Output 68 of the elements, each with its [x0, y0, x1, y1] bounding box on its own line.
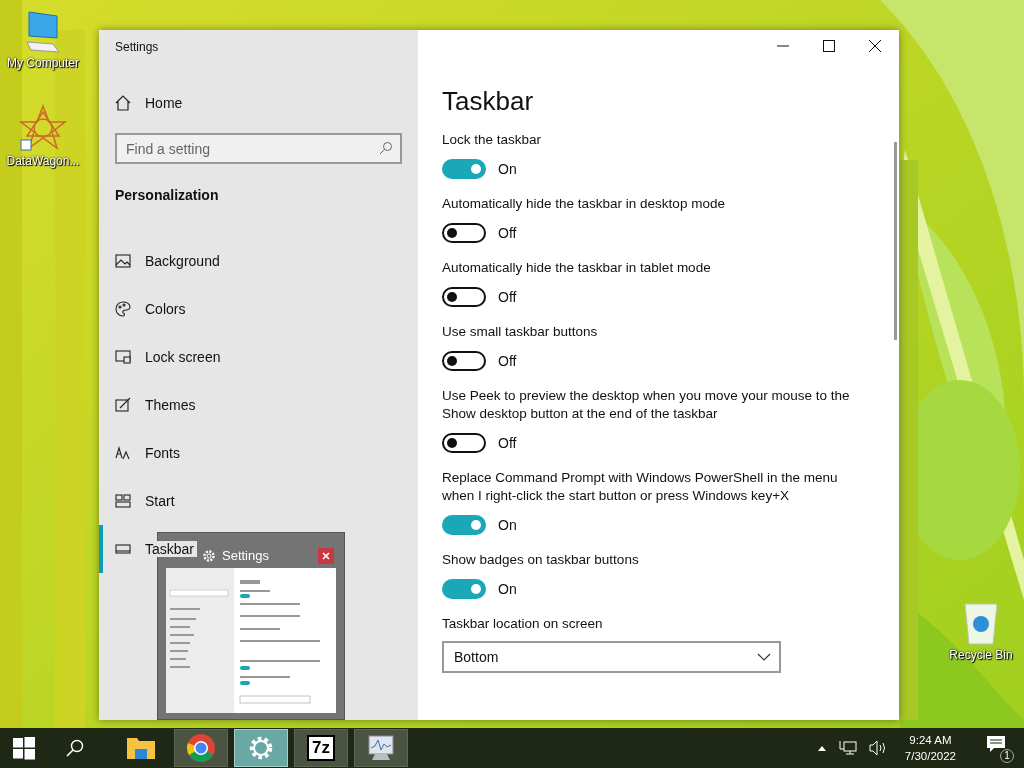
nav-item[interactable]: Fonts: [99, 429, 418, 477]
browser-icon: [186, 733, 216, 763]
search-icon: [379, 141, 393, 155]
volume-icon[interactable]: [868, 740, 887, 756]
picture-icon: [115, 253, 131, 269]
toggle-state: On: [498, 581, 517, 597]
taskbar-button[interactable]: [174, 729, 228, 767]
setting-label: Lock the taskbar: [442, 131, 542, 149]
chevron-up-icon[interactable]: [816, 745, 827, 751]
scrollbar[interactable]: [894, 142, 897, 340]
setting-label: Automatically hide the taskbar in tablet mode: [442, 259, 711, 277]
folder-icon: [126, 735, 156, 761]
tiles-icon: [115, 493, 131, 509]
taskbar-button[interactable]: [354, 729, 408, 767]
toggle-state: On: [498, 161, 517, 177]
setting-label: Use Peek to preview the desktop when you move your mouse to the Show desktop button at the end of the taskbar: [442, 387, 851, 423]
start-icon[interactable]: [12, 736, 36, 760]
toggle-switch[interactable]: [442, 287, 486, 307]
gear-icon: [202, 548, 216, 563]
monitor-icon: [365, 734, 397, 762]
search-field[interactable]: Find a setting: [115, 133, 402, 164]
chevron-down-icon: [757, 653, 771, 661]
gear-icon: [248, 735, 274, 761]
computer-icon[interactable]: [23, 10, 63, 54]
toggle-state: Off: [498, 435, 517, 451]
clock[interactable]: 9:24 AM 7/30/2022: [904, 732, 956, 764]
nav-item[interactable]: Lock screen: [99, 333, 418, 381]
home-link[interactable]: Home: [115, 95, 418, 111]
setting-label: Use small taskbar buttons: [442, 323, 598, 341]
preview-title: Settings: [222, 548, 270, 563]
close-icon[interactable]: [869, 40, 881, 52]
network-icon[interactable]: [838, 740, 857, 756]
taskbar-button[interactable]: 7z: [294, 729, 348, 767]
setting-label: Replace Command Prompt with Windows PowerShell in the menu when I right-click the start button or press Windows key+X: [442, 469, 839, 505]
toggle-state: Off: [498, 289, 517, 305]
location-dropdown[interactable]: Bottom: [442, 641, 781, 673]
toggle-switch[interactable]: [442, 433, 486, 453]
nav-item[interactable]: Background: [99, 237, 418, 285]
setting-label: Taskbar location on screen: [442, 615, 603, 633]
page-title: Taskbar: [442, 86, 535, 117]
search-icon[interactable]: [66, 739, 84, 757]
fonts-icon: [115, 445, 131, 461]
nav-item[interactable]: Colors: [99, 285, 418, 333]
toggle-state: On: [498, 517, 517, 533]
section-heading: Personalization: [115, 187, 220, 203]
setting-label: Automatically hide the taskbar in desktop mode: [442, 195, 725, 213]
recycle-bin-icon[interactable]: [961, 600, 1001, 646]
toggle-switch[interactable]: [442, 515, 486, 535]
toggle-switch[interactable]: [442, 159, 486, 179]
notification-count: 1: [1000, 749, 1014, 763]
nav-item[interactable]: Themes: [99, 381, 418, 429]
lock-screen-icon: [115, 349, 131, 365]
window-title: Settings: [115, 40, 160, 54]
maximize-icon[interactable]: [823, 40, 835, 52]
star-icon[interactable]: [19, 104, 67, 152]
palette-icon: [115, 301, 131, 317]
toggle-switch[interactable]: [442, 579, 486, 599]
home-icon: [115, 95, 131, 111]
setting-label: Show badges on taskbar buttons: [442, 551, 639, 569]
toggle-state: Off: [498, 353, 517, 369]
brush-icon: [115, 397, 131, 413]
nav-item[interactable]: Start: [99, 477, 418, 525]
archive-app-icon: 7z: [307, 735, 335, 761]
toggle-switch[interactable]: [442, 351, 486, 371]
toggle-state: Off: [498, 225, 517, 241]
toggle-switch[interactable]: [442, 223, 486, 243]
taskbar-icon: [115, 541, 131, 557]
notifications-icon[interactable]: [986, 735, 1006, 753]
